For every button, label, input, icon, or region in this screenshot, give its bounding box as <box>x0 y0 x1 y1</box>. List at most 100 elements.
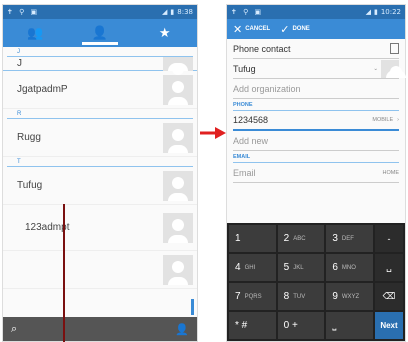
search-icon[interactable]: ⌕ <box>11 323 17 336</box>
key-label: 7 <box>235 291 241 302</box>
check-icon: ✓ <box>280 23 290 36</box>
key-2[interactable]: 3 DEF <box>326 225 373 252</box>
key-sublabel: PQRS <box>244 293 262 300</box>
avatar[interactable] <box>163 212 193 243</box>
key-label: ␣ <box>386 262 392 272</box>
phone-type-select[interactable]: MOBILE <box>372 117 393 123</box>
signal-icon: ◢ <box>162 8 168 16</box>
key-label: 8 <box>283 291 290 302</box>
key-label: 9 <box>332 291 338 302</box>
phone-storage-icon <box>390 43 399 54</box>
list-item[interactable]: Tufug <box>3 167 197 205</box>
key-label: 4 <box>235 262 241 273</box>
email-section-header: EMAIL <box>233 151 399 163</box>
key-6[interactable]: 6 MNO <box>326 254 373 281</box>
email-type-select[interactable]: HOME <box>383 170 400 176</box>
signal-icon: ◢ <box>365 8 371 16</box>
key-12[interactable]: * # <box>229 312 276 339</box>
pointer-line <box>63 204 65 342</box>
contact-name: J <box>17 58 22 69</box>
key-sublabel: TUV <box>293 293 306 300</box>
tab-contacts[interactable]: 👤 <box>68 19 133 47</box>
key-label: ⎵ <box>332 320 337 331</box>
avatar[interactable] <box>163 122 193 153</box>
key-label: 6 <box>332 262 338 273</box>
contact-name: 123admpt <box>25 222 70 233</box>
key-label: ⌫ <box>382 291 396 301</box>
key-label: Next <box>380 321 398 330</box>
key-label: 0 + <box>283 320 298 331</box>
close-icon: ✕ <box>233 23 243 36</box>
key-sublabel: ABC <box>293 235 306 242</box>
fast-scroll-thumb[interactable] <box>191 299 194 315</box>
key-4[interactable]: 4 GHI <box>229 254 276 281</box>
organization-placeholder: Add organization <box>233 83 301 94</box>
contact-photo[interactable] <box>381 59 406 78</box>
key-label: - <box>387 233 391 244</box>
name-field[interactable]: Tufug ⌄ <box>233 59 406 79</box>
list-item[interactable]: 123admpt <box>3 205 197 251</box>
battery-icon: ▮ <box>170 8 175 16</box>
key-sublabel: MNO <box>341 264 356 271</box>
key-15[interactable]: Next <box>375 312 403 339</box>
key-label: 5 <box>283 262 290 273</box>
phone-field[interactable]: 1234568 MOBILE › <box>233 111 399 131</box>
contact-name: JgatpadmP <box>17 84 68 95</box>
key-label: 2 <box>283 233 290 244</box>
contact-list[interactable]: J J JgatpadmP R Rugg T Tufug 123admpt <box>3 47 197 319</box>
email-field[interactable]: Email HOME <box>233 163 399 183</box>
phone-section-header: PHONE <box>233 99 399 111</box>
key-1[interactable]: 2 ABC <box>277 225 325 252</box>
edit-actionbar: ✕ CANCEL ✓ DONE <box>227 19 405 39</box>
key-11[interactable]: ⌫ <box>375 283 403 310</box>
done-button[interactable]: ✓ DONE <box>280 23 310 36</box>
account-label: Phone contact <box>233 43 291 54</box>
key-sublabel: JKL <box>293 264 304 271</box>
chevron-down-icon[interactable]: ⌄ <box>373 66 378 72</box>
remove-icon[interactable]: › <box>397 117 399 123</box>
key-10[interactable]: 9 WXYZ <box>326 283 373 310</box>
bottom-bar: ⌕ 👤 <box>3 317 197 341</box>
key-8[interactable]: 7 PQRS <box>229 283 276 310</box>
add-contact-icon[interactable]: 👤 <box>175 323 189 336</box>
name-value: Tufug <box>233 63 256 74</box>
key-13[interactable]: 0 + <box>277 312 325 339</box>
organization-field[interactable]: Add organization <box>233 79 399 99</box>
add-new-button[interactable]: Add new <box>233 131 399 151</box>
key-sublabel: WXYZ <box>341 293 360 300</box>
key-9[interactable]: 8 TUV <box>277 283 325 310</box>
avatar[interactable] <box>163 254 193 285</box>
key-sublabel: DEF <box>341 235 354 242</box>
list-item[interactable] <box>3 251 197 289</box>
avatar[interactable] <box>163 74 193 105</box>
email-placeholder: Email <box>233 167 256 178</box>
list-item[interactable]: JgatpadmP <box>3 71 197 109</box>
phone-value[interactable]: 1234568 <box>233 115 268 125</box>
key-label: * # <box>235 320 248 331</box>
list-item[interactable]: Rugg <box>3 119 197 157</box>
key-7[interactable]: ␣ <box>375 254 403 281</box>
key-5[interactable]: 5 JKL <box>277 254 325 281</box>
add-new-label: Add new <box>233 135 269 146</box>
avatar[interactable] <box>163 170 193 201</box>
key-3[interactable]: - <box>375 225 403 252</box>
tab-favorites[interactable]: ★ <box>132 19 197 47</box>
tab-groups[interactable]: 👥 <box>3 19 68 47</box>
cancel-button[interactable]: ✕ CANCEL <box>233 23 270 36</box>
contacts-screen: ✝ ⚲ ▣ ◢ ▮ 8:38 👥 👤 ★ J J JgatpadmP R Rug… <box>2 4 198 342</box>
key-0[interactable]: 1 <box>229 225 276 252</box>
arrow-icon <box>200 127 226 139</box>
notification-icons: ✝ ⚲ ▣ <box>231 8 264 16</box>
status-time: 10:22 <box>380 8 401 16</box>
notification-icons: ✝ ⚲ ▣ <box>7 8 40 16</box>
contacts-tabbar: 👥 👤 ★ <box>3 19 197 47</box>
section-header-j: J <box>7 47 193 57</box>
key-14[interactable]: ⎵ <box>326 312 373 339</box>
section-header-r: R <box>7 109 193 119</box>
section-header-t: T <box>7 157 193 167</box>
list-item[interactable]: J <box>3 56 197 75</box>
status-bar: ✝ ⚲ ▣ ◢ ▮ 8:38 <box>3 5 197 19</box>
contact-form: Phone contact Tufug ⌄ Add organization P… <box>227 39 406 183</box>
avatar[interactable] <box>163 56 193 75</box>
edit-contact-screen: ✝ ⚲ ▣ ◢ ▮ 10:22 ✕ CANCEL ✓ DONE Phone co… <box>226 4 406 342</box>
